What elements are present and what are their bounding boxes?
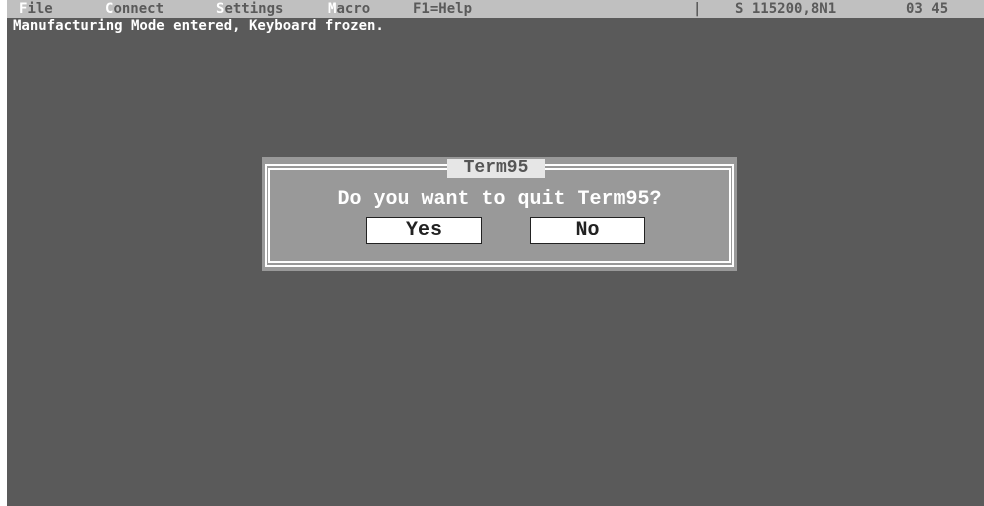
menu-file[interactable]: File [19, 0, 53, 18]
yes-button[interactable]: Yes [366, 217, 482, 244]
terminal-screen: File Connect Settings Macro F1=Help | S … [7, 0, 984, 506]
dialog-title: Term95 [447, 159, 545, 178]
no-button[interactable]: No [530, 217, 645, 244]
quit-dialog: Term95 Do you want to quit Term95? Yes N… [262, 157, 737, 271]
clock: 03 45 [906, 1, 949, 17]
menu-bar: File Connect Settings Macro F1=Help | S … [7, 0, 984, 18]
menu-macro[interactable]: Macro [328, 0, 370, 18]
comm-settings-status: S 115200,8N1 [735, 1, 837, 17]
menu-settings[interactable]: Settings [216, 0, 283, 18]
menu-help[interactable]: F1=Help [413, 0, 472, 18]
menu-connect[interactable]: Connect [105, 0, 164, 18]
terminal-output-line: Manufacturing Mode entered, Keyboard fro… [13, 18, 384, 34]
dialog-message: Do you want to quit Term95? [337, 188, 662, 211]
dialog-inner-frame [268, 168, 731, 263]
menu-separator: | [693, 1, 702, 17]
